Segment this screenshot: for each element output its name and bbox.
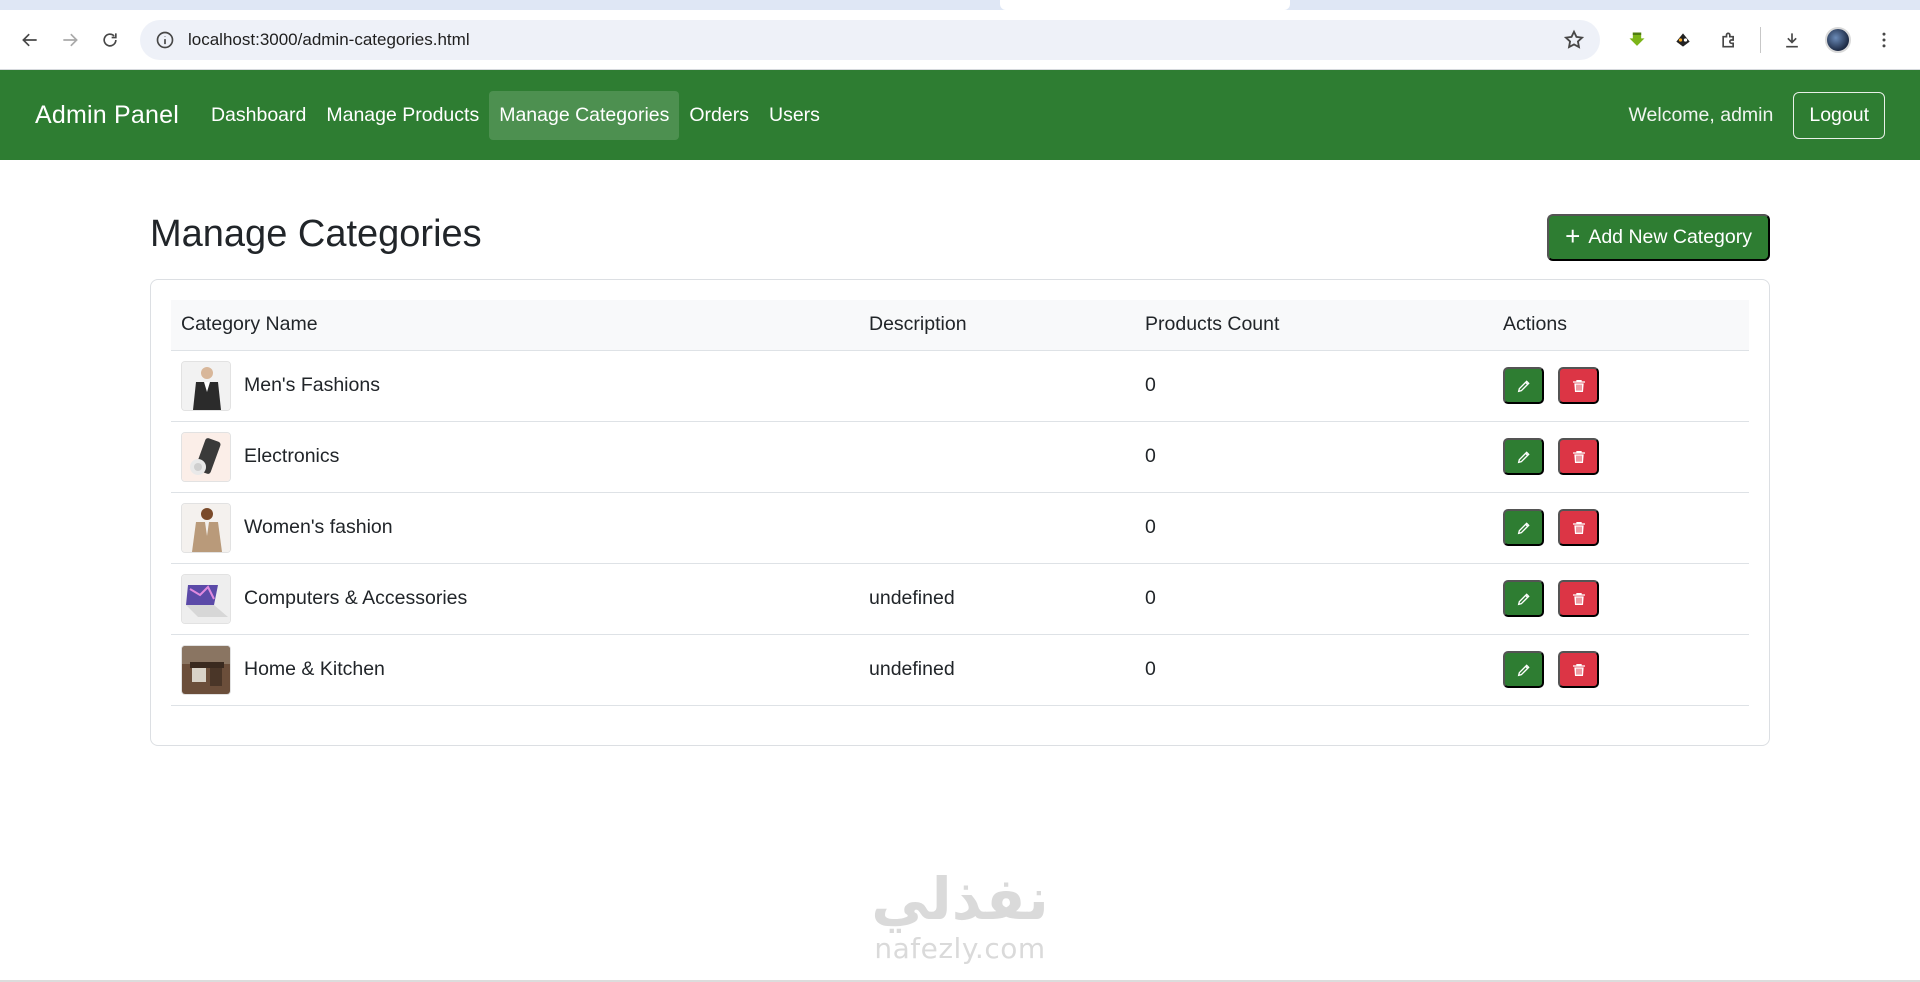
download-manager-extension-icon[interactable] [1616,20,1658,60]
delete-button[interactable] [1558,580,1599,617]
edit-button[interactable] [1503,367,1544,404]
trash-icon [1572,450,1585,463]
table-header-row: Category Name Description Products Count… [171,300,1749,351]
category-products-count: 0 [1135,492,1493,564]
more-menu-icon[interactable] [1863,20,1905,60]
admin-navbar: Admin Panel Dashboard Manage Products Ma… [0,70,1920,160]
delete-button[interactable] [1558,651,1599,688]
header-category-name: Category Name [171,300,859,351]
edit-button[interactable] [1503,651,1544,688]
reload-icon[interactable] [90,20,130,60]
pencil-icon [1517,663,1530,676]
address-bar[interactable]: localhost:3000/admin-categories.html [140,19,1600,60]
header-products-count: Products Count [1135,300,1493,351]
pencil-icon [1517,521,1530,534]
page-title: Manage Categories [150,212,482,255]
browser-active-tab[interactable] [1000,0,1290,10]
category-name: Women's fashion [244,516,393,538]
edit-button[interactable] [1503,438,1544,475]
header-description: Description [859,300,1135,351]
pencil-icon [1517,450,1530,463]
toolbar-separator [1760,26,1761,53]
computers-thumbnail [181,573,231,624]
browser-tab-strip [0,0,1920,10]
nav-link-dashboard[interactable]: Dashboard [201,91,316,140]
category-description: undefined [859,634,1135,706]
logout-button[interactable]: Logout [1793,91,1885,139]
browser-toolbar: localhost:3000/admin-categories.html [0,10,1920,70]
url-text[interactable]: localhost:3000/admin-categories.html [188,30,1562,50]
table-row: Women's fashion 0 [171,492,1749,564]
puzzle-extensions-icon[interactable] [1708,20,1750,60]
watermark-arabic-text: نفذلي [871,865,1049,933]
category-description: undefined [859,563,1135,635]
category-description [859,492,1135,564]
welcome-text: Welcome, admin [1628,103,1774,126]
edit-button[interactable] [1503,580,1544,617]
table-row: Home & Kitchen undefined 0 [171,634,1749,706]
categories-card: Category Name Description Products Count… [150,279,1770,746]
page-header: Manage Categories + Add New Category [150,160,1770,280]
plus-icon: + [1565,221,1581,251]
category-products-count: 0 [1135,634,1493,706]
mens-fashion-thumbnail [181,360,231,411]
add-new-category-button[interactable]: + Add New Category [1547,213,1770,261]
category-products-count: 0 [1135,421,1493,493]
bookmark-star-icon[interactable] [1562,28,1586,52]
trash-icon [1572,521,1585,534]
profile-avatar[interactable] [1817,20,1859,60]
downloads-icon[interactable] [1771,20,1813,60]
nav-link-manage-products[interactable]: Manage Products [316,91,489,140]
pencil-icon [1517,592,1530,605]
nav-link-manage-categories[interactable]: Manage Categories [489,90,680,140]
category-products-count: 0 [1135,563,1493,635]
category-name: Home & Kitchen [244,658,385,680]
womens-fashion-thumbnail [181,502,231,553]
nav-links: Dashboard Manage Products Manage Categor… [201,90,830,140]
trash-icon [1572,592,1585,605]
forward-icon[interactable] [50,20,90,60]
main-container: Manage Categories + Add New Category Cat… [150,160,1770,746]
extensions-area [1616,20,1905,60]
delete-button[interactable] [1558,509,1599,546]
pencil-icon [1517,379,1530,392]
home-kitchen-thumbnail [181,644,231,695]
back-icon[interactable] [10,20,50,60]
site-info-icon[interactable] [154,29,176,51]
category-description [859,421,1135,493]
table-row: Men's Fashions 0 [171,350,1749,422]
table-row: Computers & Accessories undefined 0 [171,563,1749,635]
trash-icon [1572,663,1585,676]
nav-link-users[interactable]: Users [759,91,830,140]
category-name: Men's Fashions [244,374,380,396]
category-name: Computers & Accessories [244,587,468,609]
table-row: Electronics 0 [171,421,1749,493]
avatar [1825,26,1851,53]
trash-icon [1572,379,1585,392]
watermark-latin-text: nafezly.com [874,932,1046,965]
extension-icon[interactable] [1662,20,1704,60]
category-name: Electronics [244,445,340,467]
add-new-category-label: Add New Category [1588,225,1752,248]
delete-button[interactable] [1558,438,1599,475]
delete-button[interactable] [1558,367,1599,404]
edit-button[interactable] [1503,509,1544,546]
nafezly-watermark: نفذلي nafezly.com [848,866,1072,966]
navbar-user-area: Welcome, admin Logout [1628,91,1885,139]
electronics-thumbnail [181,431,231,482]
brand-title[interactable]: Admin Panel [35,101,179,130]
category-description [859,350,1135,422]
header-actions: Actions [1493,300,1749,351]
category-products-count: 0 [1135,350,1493,422]
categories-table: Category Name Description Products Count… [171,300,1749,706]
nav-link-orders[interactable]: Orders [679,91,759,140]
